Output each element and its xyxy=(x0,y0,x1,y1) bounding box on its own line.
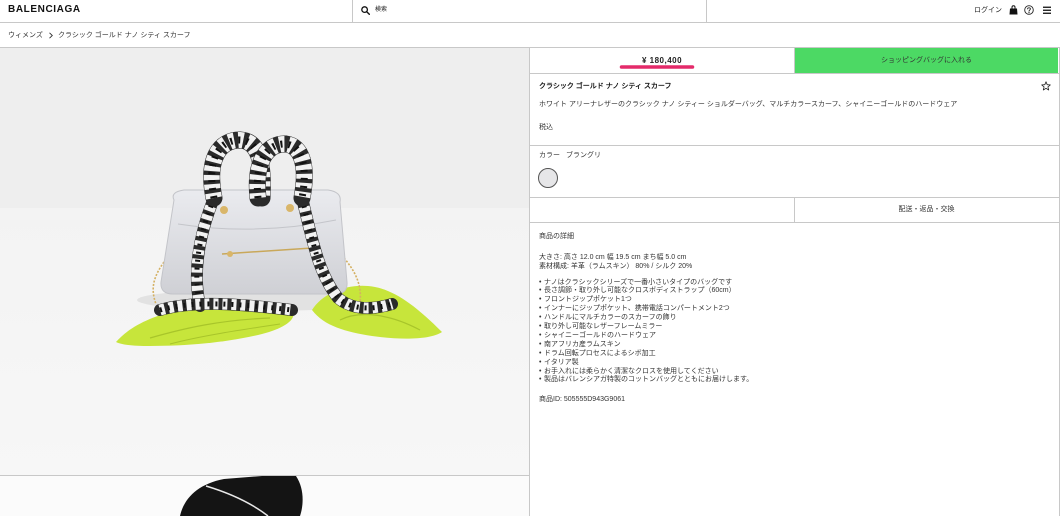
shopping-bag-icon-handle xyxy=(1011,5,1016,9)
feature-item: 長さ調節・取り外し可能なクロスボディストラップ（60cm） xyxy=(539,287,753,296)
chevron-right-icon xyxy=(49,31,53,39)
search-field[interactable]: 検索 xyxy=(353,0,706,22)
star-outline-icon[interactable] xyxy=(1041,81,1051,91)
color-row: カラー ブラングリ xyxy=(539,151,601,160)
details-heading: 商品の詳細 xyxy=(539,232,574,240)
price-underline xyxy=(619,65,695,69)
feature-item: イタリア製 xyxy=(539,359,753,368)
add-to-bag-button[interactable]: ショッピングバッグに入れる xyxy=(795,48,1058,73)
spec-size: 大きさ: 高さ 12.0 cm 幅 19.5 cm まち幅 5.0 cm xyxy=(539,253,687,261)
search-icon xyxy=(361,6,370,15)
feature-list: ナノはクラシックシリーズで一番小さいタイプのバッグです 長さ調節・取り外し可能な… xyxy=(539,279,753,386)
menu-icon-bar xyxy=(1043,9,1051,11)
divider-line xyxy=(530,222,1060,223)
header-divider xyxy=(706,0,707,22)
feature-item: 南アフリカ産ラムスキン xyxy=(539,341,753,350)
gold-stud xyxy=(220,206,228,214)
feature-item: 取り外し可能なレザーフレームミラー xyxy=(539,323,753,332)
divider-line xyxy=(530,145,1060,146)
login-link[interactable]: ログイン xyxy=(974,6,1002,15)
color-label: カラー xyxy=(539,151,560,159)
product-gallery xyxy=(0,48,529,516)
feature-item: ドラム回転プロセスによるシボ加工 xyxy=(539,350,753,359)
menu-icon-bar xyxy=(1043,12,1051,14)
hamburger-menu-icon[interactable] xyxy=(1042,5,1052,15)
gold-stud xyxy=(286,204,294,212)
shipping-returns-label: 配送・返品・交換 xyxy=(898,206,955,213)
tax-note: 税込 xyxy=(539,123,553,131)
product-id: 商品ID: 505555D943G9061 xyxy=(539,395,625,403)
shopping-bag-icon[interactable] xyxy=(1009,5,1018,15)
add-to-bag-label: ショッピングバッグに入れる xyxy=(881,57,972,64)
star-outline-icon-shape xyxy=(1041,81,1051,91)
feature-item: ハンドルにマルチカラーのスカーフの飾り xyxy=(539,314,753,323)
chevron-right-icon-stroke xyxy=(49,31,53,39)
breadcrumb-item-women[interactable]: ウィメンズ xyxy=(8,31,43,40)
product-description: ホワイト アリーナレザーのクラシック ナノ シティー ショルダーバッグ、マルチカ… xyxy=(539,100,958,108)
search-placeholder: 検索 xyxy=(375,7,388,13)
spec-material: 素材構成: 羊革（ラムスキン） 80% / シルク 20% xyxy=(539,262,693,270)
product-title: クラシック ゴールド ナノ シティ スカーフ xyxy=(539,82,672,90)
color-value: ブラングリ xyxy=(565,151,601,159)
breadcrumb-item-current: クラシック ゴールド ナノ シティ スカーフ xyxy=(58,31,191,39)
product-panel: ¥ 180,400 ショッピングバッグに入れる クラシック ゴールド ナノ シテ… xyxy=(530,48,1060,516)
spec-list: 大きさ: 高さ 12.0 cm 幅 19.5 cm まち幅 5.0 cm 素材構… xyxy=(539,253,692,271)
gold-buckle xyxy=(227,251,233,257)
color-swatch[interactable] xyxy=(538,168,558,188)
feature-item: インナーにジップポケット、携帯電話コンパートメント2つ xyxy=(539,305,753,314)
search-icon-handle xyxy=(365,10,370,15)
help-circle-icon-dot xyxy=(1028,12,1030,14)
help-circle-icon-mark xyxy=(1027,7,1031,12)
feature-item: 製品はバレンシアガ特製のコットンバッグとともにお届けします。 xyxy=(539,376,753,385)
product-image-secondary[interactable] xyxy=(0,476,529,516)
shipping-returns-link[interactable]: 配送・返品・交換 xyxy=(795,197,1058,222)
product-image-main[interactable] xyxy=(0,48,529,475)
brand-logo[interactable]: BALENCIAGA xyxy=(8,4,81,16)
site-header: BALENCIAGA 検索 ログイン xyxy=(0,0,1060,22)
feature-item: シャイニーゴールドのハードウェア xyxy=(539,332,753,341)
breadcrumb: ウィメンズ クラシック ゴールド ナノ シティ スカーフ xyxy=(0,23,1060,47)
help-circle-icon[interactable] xyxy=(1024,5,1034,15)
menu-icon-bar xyxy=(1043,6,1051,8)
shopping-bag-icon-body xyxy=(1009,8,1018,15)
feature-item: フロントジップポケット1つ xyxy=(539,296,753,305)
divider-line xyxy=(530,73,1060,74)
